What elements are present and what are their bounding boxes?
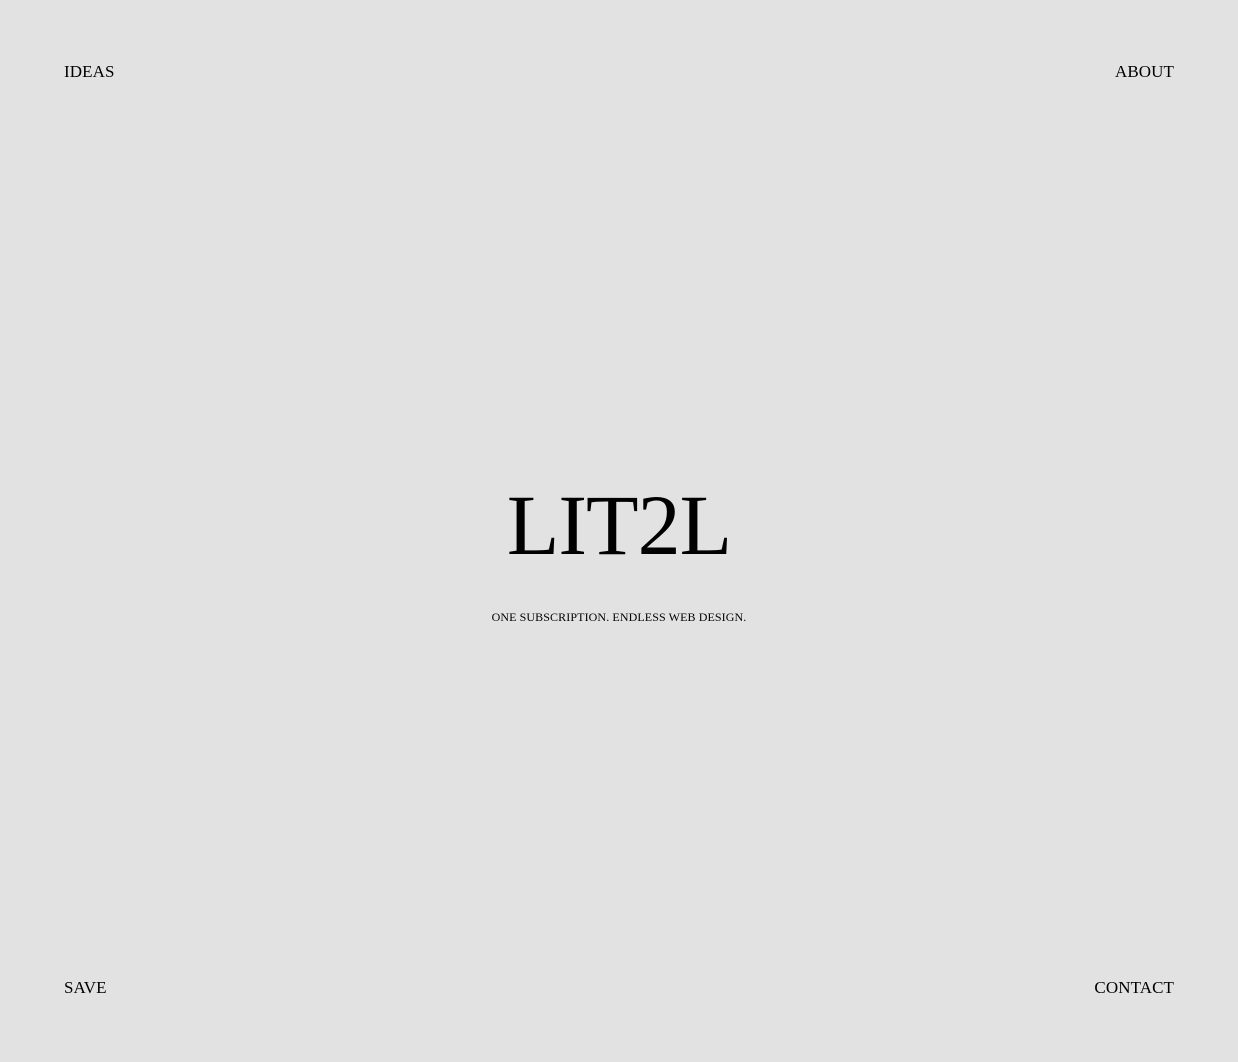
nav-link-ideas[interactable]: IDEAS (64, 62, 115, 82)
nav-link-save[interactable]: SAVE (64, 978, 107, 998)
nav-link-contact[interactable]: CONTACT (1094, 978, 1174, 998)
brand-logo-text: LIT2L (506, 477, 732, 573)
hero-section: LIT2L ONE SUBSCRIPTION. ENDLESS WEB DESI… (0, 475, 1238, 625)
nav-link-about[interactable]: ABOUT (1115, 62, 1174, 82)
tagline: ONE SUBSCRIPTION. ENDLESS WEB DESIGN. (491, 610, 747, 624)
